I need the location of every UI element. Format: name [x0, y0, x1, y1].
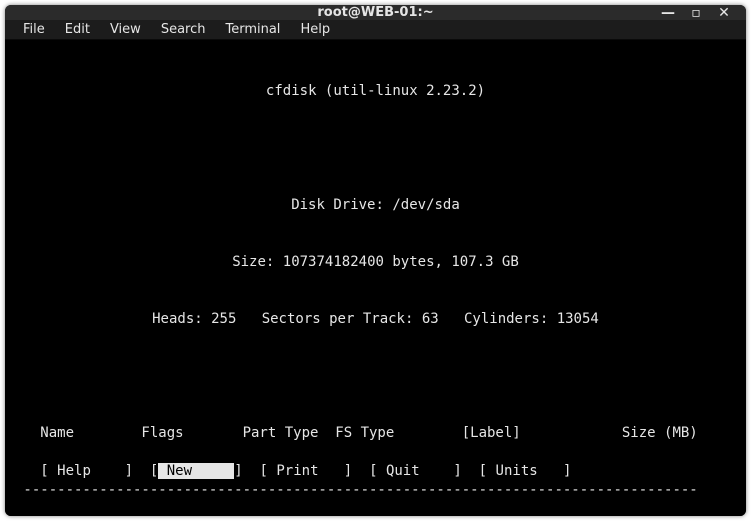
units-button[interactable]: [ Units ] [479, 463, 572, 479]
disk-drive-line: Disk Drive: /dev/sda [15, 196, 736, 215]
menu-search[interactable]: Search [153, 20, 214, 39]
window-minimize-button[interactable]: — [660, 5, 676, 21]
window-title: root@WEB-01:~ [317, 5, 433, 20]
new-button[interactable]: [ New ] [150, 463, 243, 479]
menubar: File Edit View Search Terminal Help [5, 20, 746, 40]
disk-drive-path: /dev/sda [392, 197, 459, 213]
blank-line [15, 367, 736, 386]
menu-help[interactable]: Help [292, 20, 338, 39]
footer: [ Help ] [ New ] [ Print ] [ Quit ] [ Un… [15, 424, 736, 516]
disk-geom-line: Heads: 255 Sectors per Track: 63 Cylinde… [15, 310, 736, 329]
print-button[interactable]: [ Print ] [259, 463, 352, 479]
window-maximize-button[interactable]: ▫ [688, 5, 704, 21]
blank-line [15, 139, 736, 158]
menu-view[interactable]: View [102, 20, 149, 39]
window-controls: — ▫ ✕ [660, 5, 740, 20]
terminal-window: root@WEB-01:~ — ▫ ✕ File Edit View Searc… [5, 5, 746, 516]
terminal-area[interactable]: cfdisk (util-linux 2.23.2) Disk Drive: /… [5, 40, 746, 516]
window-close-button[interactable]: ✕ [716, 5, 732, 21]
cfdisk-header: cfdisk (util-linux 2.23.2) [15, 82, 736, 101]
menu-terminal[interactable]: Terminal [217, 20, 288, 39]
menu-file[interactable]: File [15, 20, 53, 39]
menu-edit[interactable]: Edit [57, 20, 98, 39]
window-titlebar[interactable]: root@WEB-01:~ — ▫ ✕ [5, 5, 746, 20]
help-button[interactable]: [ Help ] [40, 463, 133, 479]
quit-button[interactable]: [ Quit ] [369, 463, 462, 479]
action-row-1: [ Help ] [ New ] [ Print ] [ Quit ] [ Un… [15, 462, 736, 481]
disk-size-line: Size: 107374182400 bytes, 107.3 GB [15, 253, 736, 272]
